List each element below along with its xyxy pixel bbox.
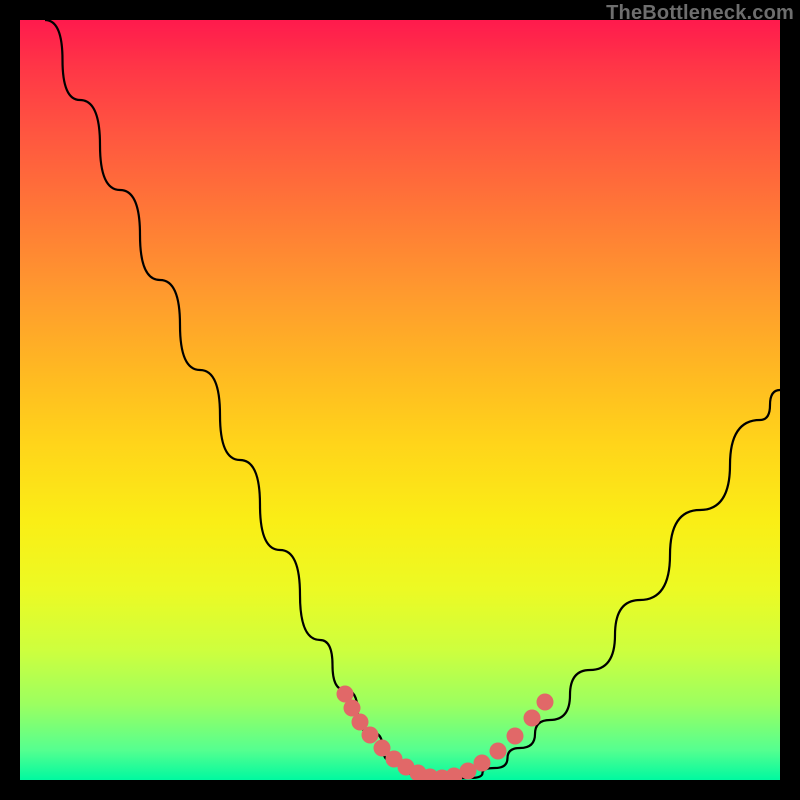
marker-dot: [524, 710, 541, 727]
chart-frame: TheBottleneck.com: [0, 0, 800, 800]
marker-dot: [537, 694, 554, 711]
marker-dot: [362, 727, 379, 744]
marker-dot: [490, 743, 507, 760]
chart-svg: [20, 20, 780, 780]
chart-plot-area: [20, 20, 780, 780]
marker-group: [337, 686, 554, 781]
watermark-text: TheBottleneck.com: [606, 2, 794, 25]
marker-dot: [507, 728, 524, 745]
bottleneck-curve: [45, 20, 780, 780]
marker-dot: [474, 755, 491, 772]
